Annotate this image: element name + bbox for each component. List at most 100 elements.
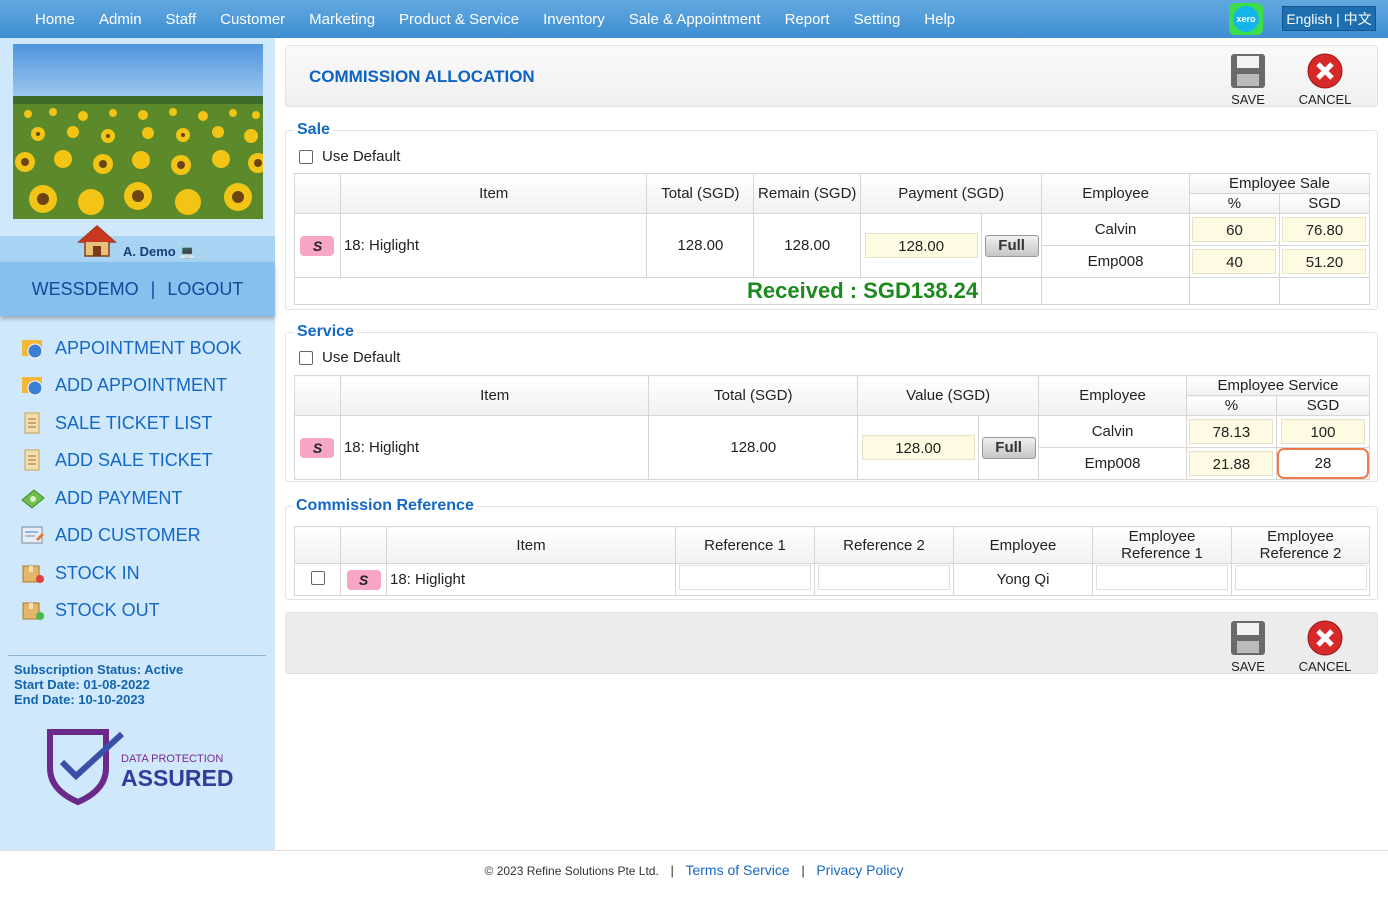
use-default-label: Use Default bbox=[322, 148, 401, 165]
employee-reference-1-input[interactable] bbox=[1096, 565, 1228, 590]
page-title: COMMISSION ALLOCATION bbox=[309, 67, 535, 86]
sidebar-item-stock-out[interactable]: STOCK OUT bbox=[20, 596, 270, 624]
footer: © 2023 Refine Solutions Pte Ltd. | Terms… bbox=[0, 862, 1388, 878]
main-menu: Home Admin Staff Customer Marketing Prod… bbox=[23, 0, 967, 38]
bottom-action-panel bbox=[285, 612, 1378, 674]
username-text: A. Demo bbox=[123, 244, 176, 259]
save-button[interactable]: SAVE bbox=[1218, 52, 1278, 112]
service-table: Item Total (SGD) Value (SGD) Employee Em… bbox=[294, 375, 1371, 480]
account-bar: WESSDEMO | LOGOUT bbox=[0, 262, 275, 316]
sale-title: Sale bbox=[294, 121, 333, 139]
full-button[interactable]: Full bbox=[981, 436, 1036, 459]
nav-marketing[interactable]: Marketing bbox=[309, 11, 375, 28]
employee-name: Calvin bbox=[1041, 213, 1190, 246]
start-date: Start Date: 01-08-2022 bbox=[14, 677, 150, 692]
nav-sale-appointment[interactable]: Sale & Appointment bbox=[629, 11, 761, 28]
col-remain: Remain (SGD) bbox=[753, 173, 862, 214]
col-employee-sale: Employee Sale bbox=[1188, 173, 1371, 194]
employee-pct-input[interactable]: 21.88 bbox=[1189, 451, 1274, 476]
service-badge: S bbox=[300, 437, 335, 458]
laptop-icon: 💻 bbox=[179, 244, 196, 259]
item-name: 18: Higlight bbox=[386, 563, 676, 596]
sidebar-item-add-customer[interactable]: ADD CUSTOMER bbox=[20, 521, 270, 549]
employee-pct-input[interactable]: 40 bbox=[1192, 249, 1277, 274]
svg-text:ASSURED: ASSURED bbox=[121, 765, 233, 791]
nav-customer[interactable]: Customer bbox=[220, 11, 285, 28]
divider bbox=[8, 655, 266, 656]
employee-pct-input[interactable]: 78.13 bbox=[1189, 419, 1274, 444]
separator: | bbox=[801, 863, 805, 878]
service-use-default-checkbox[interactable] bbox=[299, 350, 313, 365]
payment-input[interactable]: 128.00 bbox=[864, 233, 978, 258]
top-nav: Home Admin Staff Customer Marketing Prod… bbox=[0, 0, 1388, 38]
reference-title: Commission Reference bbox=[293, 497, 477, 515]
nav-admin[interactable]: Admin bbox=[99, 11, 142, 28]
footer-divider bbox=[0, 850, 1388, 851]
employee-sgd-input-focused[interactable]: 28 bbox=[1276, 448, 1369, 479]
cancel-button-bottom[interactable]: CANCEL bbox=[1295, 619, 1355, 679]
sale-use-default-checkbox[interactable] bbox=[299, 149, 313, 164]
total-value: 128.00 bbox=[648, 415, 859, 480]
cancel-label: CANCEL bbox=[1298, 659, 1352, 674]
item-name: 18: Higlight bbox=[339, 213, 648, 278]
value-input[interactable]: 128.00 bbox=[861, 435, 975, 460]
employee-sgd-input[interactable]: 100 bbox=[1280, 419, 1365, 444]
privacy-link[interactable]: Privacy Policy bbox=[816, 862, 903, 878]
sidebar-item-label: APPOINTMENT BOOK bbox=[55, 337, 242, 358]
col-employee-reference-1: Employee Reference 1 bbox=[1092, 526, 1232, 564]
sale-use-default[interactable]: Use Default bbox=[299, 148, 400, 165]
add-payment-icon bbox=[21, 489, 45, 509]
language-switch[interactable]: English | 中文 bbox=[1282, 6, 1376, 31]
col-total: Total (SGD) bbox=[648, 375, 859, 416]
account-link[interactable]: WESSDEMO bbox=[32, 279, 139, 300]
employee-sgd-input[interactable]: 51.20 bbox=[1282, 249, 1367, 274]
sidebar-item-label: SALE TICKET LIST bbox=[55, 412, 213, 433]
stock-out-icon bbox=[22, 602, 44, 620]
terms-link[interactable]: Terms of Service bbox=[685, 862, 789, 878]
sidebar-item-add-sale-ticket[interactable]: ADD SALE TICKET bbox=[20, 446, 270, 474]
employee-name: Emp008 bbox=[1038, 447, 1187, 480]
col-item: Item bbox=[386, 526, 676, 564]
sidebar-item-add-payment[interactable]: ADD PAYMENT bbox=[20, 484, 270, 512]
employee-name: Calvin bbox=[1038, 415, 1187, 448]
nav-staff[interactable]: Staff bbox=[166, 11, 197, 28]
nav-inventory[interactable]: Inventory bbox=[543, 11, 605, 28]
sidebar-item-label: STOCK OUT bbox=[55, 599, 160, 620]
nav-help[interactable]: Help bbox=[924, 11, 955, 28]
stock-in-icon bbox=[22, 565, 44, 583]
col-reference-1: Reference 1 bbox=[675, 526, 815, 564]
sunflower-photo bbox=[13, 44, 263, 219]
employee-pct-input[interactable]: 60 bbox=[1192, 217, 1277, 242]
service-use-default[interactable]: Use Default bbox=[299, 349, 400, 366]
row-checkbox[interactable] bbox=[310, 570, 325, 585]
employee-sgd-input[interactable]: 76.80 bbox=[1282, 217, 1367, 242]
save-button-bottom[interactable]: SAVE bbox=[1218, 619, 1278, 679]
sidebar-item-add-appointment[interactable]: ADD APPOINTMENT bbox=[20, 371, 270, 399]
sidebar-item-appointment-book[interactable]: APPOINTMENT BOOK bbox=[20, 334, 270, 362]
use-default-label: Use Default bbox=[322, 349, 401, 366]
cancel-label: CANCEL bbox=[1298, 92, 1352, 107]
save-label: SAVE bbox=[1231, 659, 1265, 674]
table-row: S 18: Higlight 128.00 128.00 128.00 Full… bbox=[294, 213, 1371, 278]
col-pct: % bbox=[1185, 395, 1277, 416]
logout-link[interactable]: LOGOUT bbox=[167, 279, 243, 300]
nav-home[interactable]: Home bbox=[35, 11, 75, 28]
reference-2-input[interactable] bbox=[818, 565, 950, 590]
xero-button[interactable]: xero bbox=[1229, 3, 1263, 35]
separator: | bbox=[150, 278, 156, 299]
employee-reference-2-input[interactable] bbox=[1234, 565, 1367, 590]
xero-icon: xero bbox=[1233, 6, 1259, 32]
sidebar-item-sale-ticket-list[interactable]: SALE TICKET LIST bbox=[20, 409, 270, 437]
nav-product-service[interactable]: Product & Service bbox=[399, 11, 519, 28]
full-button[interactable]: Full bbox=[984, 234, 1039, 257]
cancel-button[interactable]: CANCEL bbox=[1295, 52, 1355, 112]
header-line: Employee bbox=[1267, 528, 1334, 545]
col-employee-service: Employee Service bbox=[1185, 375, 1371, 396]
col-employee: Employee bbox=[1041, 173, 1190, 214]
close-icon bbox=[1307, 620, 1343, 656]
reference-1-input[interactable] bbox=[679, 565, 811, 590]
nav-report[interactable]: Report bbox=[785, 11, 830, 28]
sidebar-item-stock-in[interactable]: STOCK IN bbox=[20, 559, 270, 587]
nav-setting[interactable]: Setting bbox=[854, 11, 901, 28]
table-row: S 18: Higlight 128.00 128.00 Full Calvin… bbox=[294, 415, 1371, 480]
